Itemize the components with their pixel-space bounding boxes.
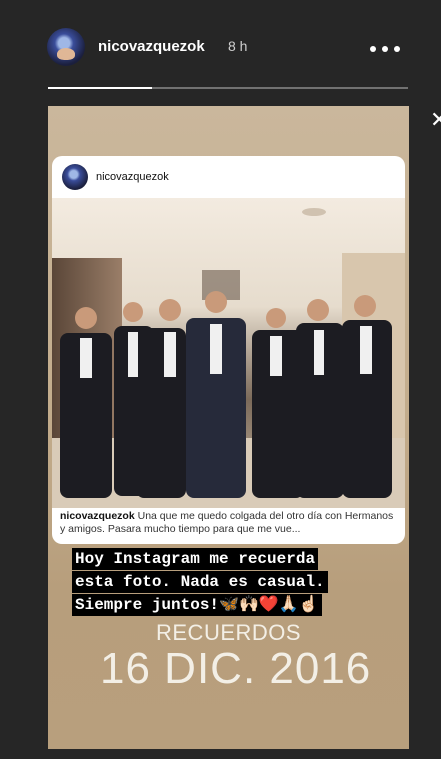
story-text-overlay: Hoy Instagram me recuerda esta foto. Nad… <box>72 548 392 617</box>
post-photo <box>52 198 405 508</box>
shared-post-card[interactable]: nicovazquezok nicovazquezok Una que me q… <box>52 156 405 544</box>
profile-avatar[interactable] <box>47 28 85 66</box>
story-text-line: Hoy Instagram me recuerda <box>72 548 319 570</box>
story-text-line: esta foto. Nada es casual. <box>72 571 328 593</box>
story-progress-bar <box>48 87 408 89</box>
story-progress-fill <box>48 87 153 89</box>
story-header: nicovazquezok 8 h <box>0 0 441 100</box>
post-caption: nicovazquezok Una que me quedo colgada d… <box>60 510 400 536</box>
story-timestamp: 8 h <box>228 38 248 54</box>
story-canvas[interactable]: nicovazquezok nicovazquezok Una que me q… <box>48 106 409 749</box>
post-username[interactable]: nicovazquezok <box>96 171 169 183</box>
more-options-icon[interactable] <box>370 46 400 52</box>
close-icon[interactable]: ✕ <box>430 109 441 131</box>
story-username[interactable]: nicovazquezok <box>98 38 205 55</box>
memories-sticker-label: RECUERDOS <box>156 620 302 645</box>
caption-username[interactable]: nicovazquezok <box>60 510 135 522</box>
story-text-line: Siempre juntos!🦋🙌🏻❤️🙏🏻☝🏻 <box>72 594 322 616</box>
post-avatar[interactable] <box>62 164 88 190</box>
memories-sticker-date: 16 DIC. 2016 <box>100 644 372 693</box>
